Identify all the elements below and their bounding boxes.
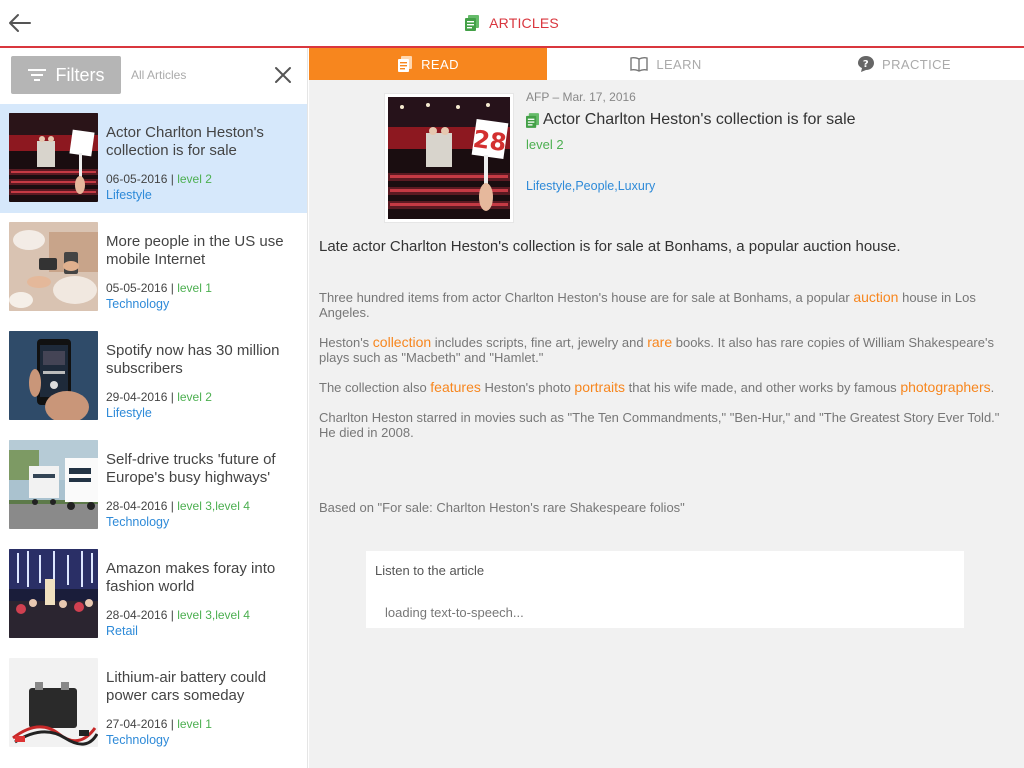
article-list-sidebar: Filters All Articles Actor Charlton Hest… [0, 48, 308, 768]
text: includes scripts, fine art, jewelry and [431, 335, 648, 350]
article-level: level 3,level 4 [177, 499, 250, 513]
article-meta: 29-04-2016 | level 2 [106, 390, 212, 404]
article-thumbnail [9, 113, 98, 202]
article-list-item[interactable]: More people in the US use mobile Interne… [0, 213, 307, 322]
auction-paddle-number: 28 [471, 125, 508, 157]
article-reader: READ LEARN ? PRACTICE 28 AFP – Mar. 17, … [309, 48, 1024, 768]
article-date: 28-04-2016 [106, 499, 168, 513]
text: The collection also [319, 380, 431, 395]
text: Heston's [319, 335, 373, 350]
question-icon: ? [858, 56, 875, 72]
article-paragraph: Three hundred items from actor Charlton … [319, 289, 1014, 321]
filter-icon [27, 69, 46, 81]
text: . [990, 380, 995, 395]
close-filter-button[interactable] [272, 64, 294, 86]
article-level: level 1 [177, 717, 212, 731]
article-meta: 05-05-2016 | level 1 [106, 281, 212, 295]
read-icon [398, 56, 413, 72]
article-list-item[interactable]: Spotify now has 30 million subscribers 2… [0, 322, 307, 431]
filter-bar: Filters All Articles [0, 48, 307, 104]
based-on-note: Based on "For sale: Charlton Heston's ra… [319, 500, 685, 515]
article-category[interactable]: Lifestyle [106, 188, 152, 202]
vocab-word[interactable]: collection [373, 334, 431, 350]
article-meta: 28-04-2016 | level 3,level 4 [106, 608, 250, 622]
article-list-item[interactable]: Amazon makes foray into fashion world 28… [0, 540, 307, 649]
article-thumbnail [9, 440, 98, 529]
article-level: level 3,level 4 [177, 608, 250, 622]
article-level: level 2 [177, 390, 212, 404]
tts-status: loading text-to-speech... [385, 605, 524, 620]
article-category[interactable]: Lifestyle [106, 406, 152, 420]
svg-text:?: ? [863, 59, 869, 70]
article-lead: Late actor Charlton Heston's collection … [319, 238, 901, 255]
text: that his wife made, and other works by f… [625, 380, 901, 395]
tab-practice[interactable]: ? PRACTICE [785, 48, 1024, 80]
filters-button[interactable]: Filters [11, 56, 121, 94]
tab-practice-label: PRACTICE [882, 56, 951, 72]
filter-scope-label: All Articles [131, 68, 187, 82]
article-category[interactable]: Retail [106, 624, 138, 638]
tab-learn-label: LEARN [656, 56, 702, 72]
article-list-item[interactable]: Actor Charlton Heston's collection is fo… [0, 104, 307, 213]
article-category[interactable]: Technology [106, 515, 169, 529]
text: Three hundred items from actor Charlton … [319, 290, 854, 305]
article-thumbnail [9, 331, 98, 420]
article-list-item[interactable]: Self-drive trucks 'future of Europe's bu… [0, 431, 307, 540]
vocab-word[interactable]: features [430, 379, 481, 395]
article-title: Self-drive trucks 'future of Europe's bu… [106, 451, 276, 486]
tab-read[interactable]: READ [309, 48, 547, 80]
article-title: Actor Charlton Heston's collection is fo… [106, 124, 264, 159]
article-meta: 28-04-2016 | level 3,level 4 [106, 499, 250, 513]
article-date: 29-04-2016 [106, 390, 168, 404]
article-list-item[interactable]: Lithium-air battery could power cars som… [0, 649, 307, 758]
article-date: 06-05-2016 [106, 172, 168, 186]
article-doc-icon [526, 112, 539, 128]
tab-read-label: READ [421, 56, 459, 72]
article-body: Three hundred items from actor Charlton … [319, 290, 1014, 455]
article-thumbnail [9, 222, 98, 311]
article-meta: 27-04-2016 | level 1 [106, 717, 212, 731]
article-level-badge: level 2 [526, 137, 564, 152]
article-paragraph: The collection also features Heston's ph… [319, 379, 1014, 396]
article-meta: 06-05-2016 | level 2 [106, 172, 212, 186]
article-category[interactable]: Technology [106, 733, 169, 747]
book-icon [630, 56, 649, 72]
vocab-word[interactable]: rare [647, 334, 672, 350]
text: Heston's photo [480, 380, 575, 395]
tab-learn[interactable]: LEARN [547, 48, 785, 80]
article-level: level 1 [177, 281, 212, 295]
article-title: Amazon makes foray into fashion world [106, 560, 276, 595]
article-heading-text: Actor Charlton Heston's collection is fo… [543, 111, 856, 128]
vocab-word[interactable]: portraits [574, 379, 625, 395]
articles-icon [465, 15, 480, 31]
article-level: level 2 [177, 172, 212, 186]
vocab-word[interactable]: photographers [900, 379, 990, 395]
close-icon [275, 67, 291, 83]
article-title: Spotify now has 30 million subscribers [106, 342, 280, 377]
article-heading: Actor Charlton Heston's collection is fo… [526, 111, 856, 129]
listen-panel: Listen to the article loading text-to-sp… [366, 551, 964, 628]
article-paragraph: Charlton Heston starred in movies such a… [319, 410, 1000, 440]
article-title: More people in the US use mobile Interne… [106, 233, 284, 268]
app-title: ARTICLES [0, 0, 1024, 46]
article-thumbnail [9, 549, 98, 638]
article-tags[interactable]: Lifestyle,People,Luxury [526, 179, 655, 193]
listen-title: Listen to the article [375, 563, 485, 578]
top-bar: ARTICLES [0, 0, 1024, 48]
article-list: Actor Charlton Heston's collection is fo… [0, 104, 307, 758]
article-source: AFP – Mar. 17, 2016 [526, 90, 636, 104]
article-date: 05-05-2016 [106, 281, 168, 295]
filters-label: Filters [55, 64, 105, 85]
article-thumbnail [9, 658, 98, 747]
reader-tabs: READ LEARN ? PRACTICE [309, 48, 1024, 80]
article-paragraph: Heston's collection includes scripts, fi… [319, 334, 1014, 366]
article-category[interactable]: Technology [106, 297, 169, 311]
app-title-text: ARTICLES [489, 15, 559, 31]
article-image: 28 [385, 94, 513, 222]
article-date: 28-04-2016 [106, 608, 168, 622]
article-date: 27-04-2016 [106, 717, 168, 731]
vocab-word[interactable]: auction [853, 289, 898, 305]
article-title: Lithium-air battery could power cars som… [106, 669, 267, 704]
